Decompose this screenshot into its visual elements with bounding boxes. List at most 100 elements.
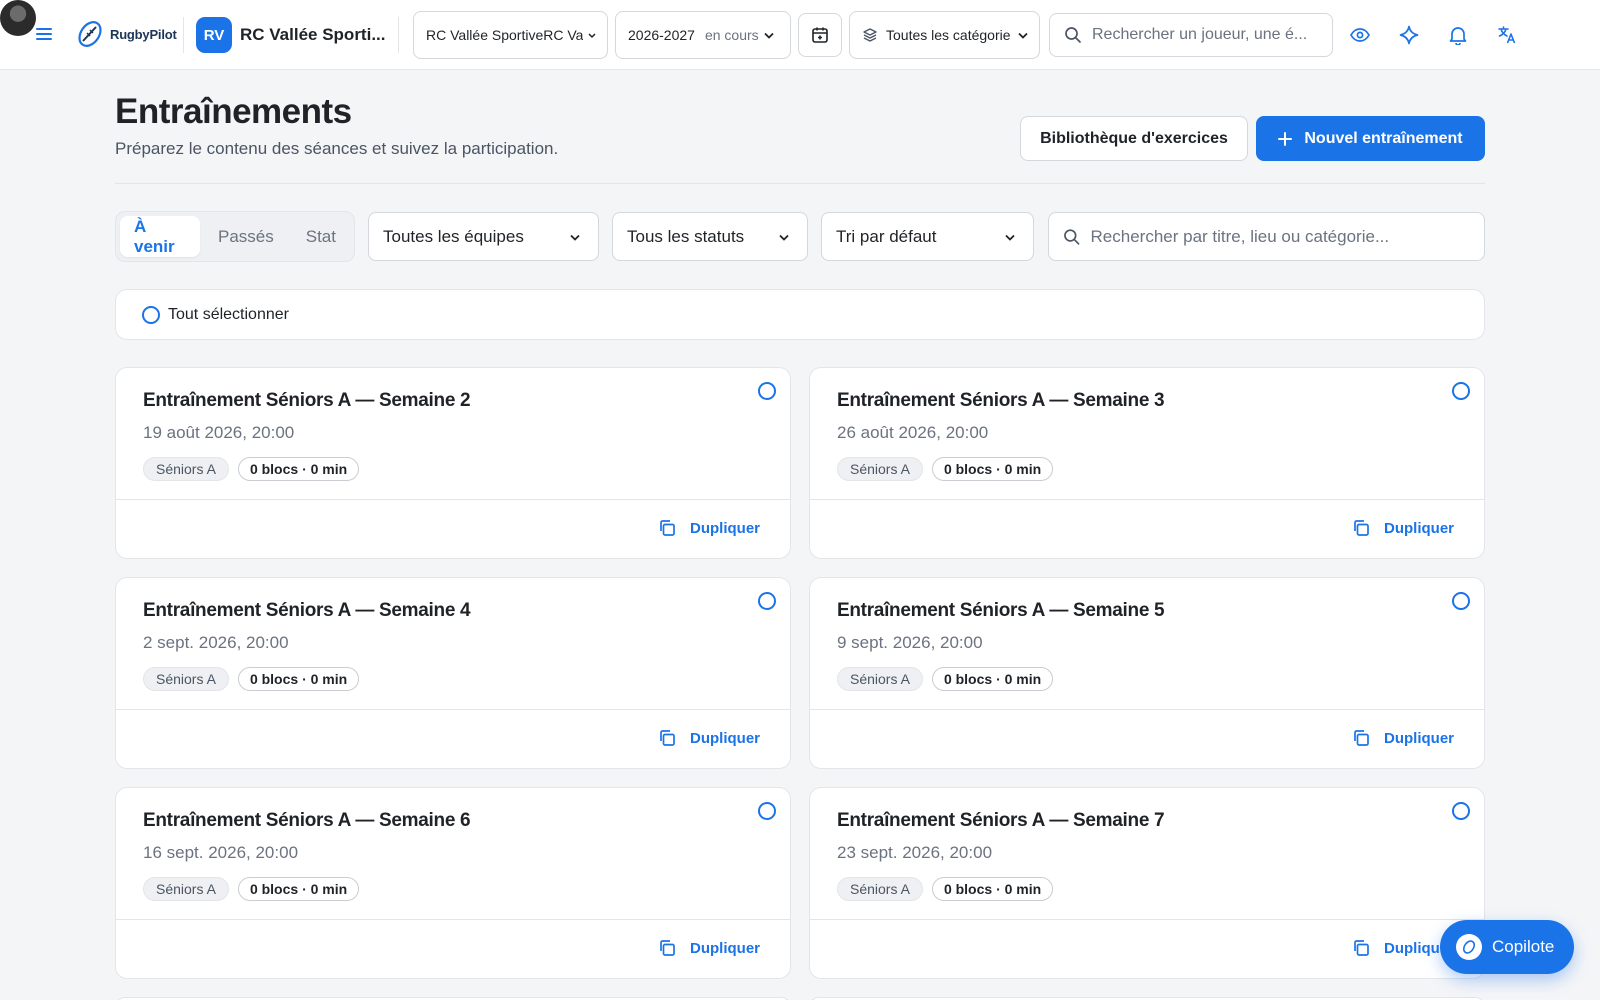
chevron-down-icon (779, 234, 789, 241)
copy-icon (1354, 520, 1369, 536)
duplicate-button[interactable]: Dupliquer (1352, 729, 1454, 747)
tab-upcoming[interactable]: À venir (120, 216, 200, 257)
duplicate-label: Dupliquer (690, 939, 760, 957)
sort-select[interactable]: Tri par défaut (821, 212, 1034, 261)
duplicate-button[interactable]: Dupliquer (658, 519, 760, 537)
status-filter-value: Tous les statuts (627, 226, 745, 246)
card-tags: Séniors A 0 blocs · 0 min (837, 877, 1054, 901)
team-filter-select[interactable]: Toutes les équipes (368, 212, 599, 261)
duplicate-button[interactable]: Dupliquer (1352, 519, 1454, 537)
eye-icon[interactable] (1348, 23, 1372, 47)
top-bar: RugbyPilot RV RC Vallée Sporti... RC Val… (0, 0, 1600, 70)
duplicate-button[interactable]: Dupliquer (658, 939, 760, 957)
category-select[interactable]: Toutes les catégorie (849, 11, 1040, 59)
copy-icon (1354, 730, 1369, 746)
tab-stats[interactable]: Stat (292, 216, 350, 257)
chevron-down-icon (1017, 29, 1029, 41)
blocks-badge: 0 blocs · 0 min (931, 457, 1054, 481)
blocks-badge: 0 blocs · 0 min (931, 667, 1054, 691)
logo-text: RugbyPilot (110, 26, 177, 42)
blocks-badge: 0 blocs · 0 min (237, 877, 360, 901)
card-select-checkbox[interactable] (758, 592, 776, 610)
card-body: Entraînement Séniors A — Semaine 5 9 sep… (810, 578, 1484, 710)
search-icon (1065, 27, 1081, 43)
layers-icon (863, 28, 877, 42)
rugbypilot-logo-icon (78, 21, 102, 47)
copilote-button[interactable]: Copilote (1440, 920, 1574, 974)
training-card[interactable]: Entraînement Séniors A — Semaine 4 2 sep… (115, 577, 791, 769)
sparkle-icon[interactable] (1397, 23, 1421, 47)
exercise-library-label: Bibliothèque d'exercices (1040, 129, 1228, 147)
app-logo[interactable]: RugbyPilot (76, 16, 177, 52)
duplicate-button[interactable]: Dupliquer (658, 729, 760, 747)
new-training-label: Nouvel entraînement (1304, 129, 1463, 147)
club-select[interactable]: RC Vallée SportiveRC Val (413, 11, 608, 59)
copy-icon (660, 520, 675, 536)
card-date: 16 sept. 2026, 20:00 (143, 843, 299, 862)
card-tags: Séniors A 0 blocs · 0 min (837, 667, 1054, 691)
club-switcher[interactable]: RV RC Vallée Sporti... (196, 17, 386, 53)
training-search[interactable] (1048, 212, 1485, 261)
new-training-button[interactable]: Nouvel entraînement (1256, 116, 1485, 161)
card-title: Entraînement Séniors A — Semaine 6 (143, 810, 471, 831)
calendar-add-button[interactable] (798, 13, 842, 57)
card-select-checkbox[interactable] (758, 802, 776, 820)
card-body: Entraînement Séniors A — Semaine 3 26 ao… (810, 368, 1484, 500)
tab-past[interactable]: Passés (204, 216, 288, 257)
club-select-value: RC Vallée SportiveRC Val (426, 27, 583, 43)
card-select-checkbox[interactable] (758, 382, 776, 400)
card-tags: Séniors A 0 blocs · 0 min (143, 877, 360, 901)
training-card[interactable]: Entraînement Séniors A — Semaine 2 19 ao… (115, 367, 791, 559)
card-title: Entraînement Séniors A — Semaine 3 (837, 390, 1165, 411)
card-date: 2 sept. 2026, 20:00 (143, 633, 289, 652)
card-body: Entraînement Séniors A — Semaine 4 2 sep… (116, 578, 790, 710)
select-all-checkbox[interactable] (142, 305, 160, 324)
category-badge: Séniors A (837, 457, 923, 481)
season-status: en cours (704, 27, 759, 43)
category-badge: Séniors A (143, 667, 229, 691)
status-filter-select[interactable]: Tous les statuts (612, 212, 808, 261)
card-select-checkbox[interactable] (1452, 802, 1470, 820)
chevron-down-icon (763, 29, 775, 41)
select-all-bar[interactable]: Tout sélectionner (115, 289, 1485, 340)
training-card[interactable]: Entraînement Séniors A — Semaine 7 23 se… (809, 787, 1485, 979)
plus-icon (1278, 131, 1293, 146)
club-name: RC Vallée Sporti... (240, 25, 386, 44)
global-search[interactable] (1049, 13, 1333, 57)
card-body: Entraînement Séniors A — Semaine 7 23 se… (810, 788, 1484, 920)
training-card[interactable]: Entraînement Séniors A — Semaine 5 9 sep… (809, 577, 1485, 769)
copy-icon (1354, 940, 1369, 956)
translate-icon[interactable] (1495, 23, 1519, 47)
card-body: Entraînement Séniors A — Semaine 6 16 se… (116, 788, 790, 920)
card-select-checkbox[interactable] (1452, 382, 1470, 400)
chevron-down-icon (587, 30, 597, 40)
period-tabs: À venir Passés Stat (115, 211, 355, 262)
club-avatar: RV (196, 17, 232, 53)
page-subtitle: Préparez le contenu des séances et suive… (115, 139, 559, 158)
card-tags: Séniors A 0 blocs · 0 min (143, 667, 360, 691)
exercise-library-button[interactable]: Bibliothèque d'exercices (1020, 116, 1248, 161)
team-filter-value: Toutes les équipes (383, 226, 524, 246)
card-select-checkbox[interactable] (1452, 592, 1470, 610)
card-date: 9 sept. 2026, 20:00 (837, 633, 983, 652)
menu-icon[interactable] (32, 22, 56, 46)
blocks-badge: 0 blocs · 0 min (931, 877, 1054, 901)
duplicate-button[interactable]: Dupliquer (1352, 939, 1454, 957)
divider (183, 17, 184, 53)
category-badge: Séniors A (837, 877, 923, 901)
card-date: 19 août 2026, 20:00 (143, 423, 295, 442)
training-card[interactable]: Entraînement Séniors A — Semaine 6 16 se… (115, 787, 791, 979)
copy-icon (660, 940, 675, 956)
category-badge: Séniors A (143, 877, 229, 901)
training-card[interactable]: Entraînement Séniors A — Semaine 3 26 ao… (809, 367, 1485, 559)
calendar-add-icon (812, 27, 828, 43)
training-search-input[interactable] (1090, 226, 1470, 247)
search-icon (1064, 228, 1080, 245)
season-select[interactable]: 2026-2027 en cours (615, 11, 791, 59)
card-title: Entraînement Séniors A — Semaine 5 (837, 600, 1165, 621)
bell-icon[interactable] (1446, 23, 1470, 47)
select-all-label: Tout sélectionner (168, 305, 289, 323)
user-avatar[interactable] (0, 0, 36, 36)
global-search-input[interactable] (1092, 26, 1312, 44)
duplicate-label: Dupliquer (690, 519, 760, 537)
